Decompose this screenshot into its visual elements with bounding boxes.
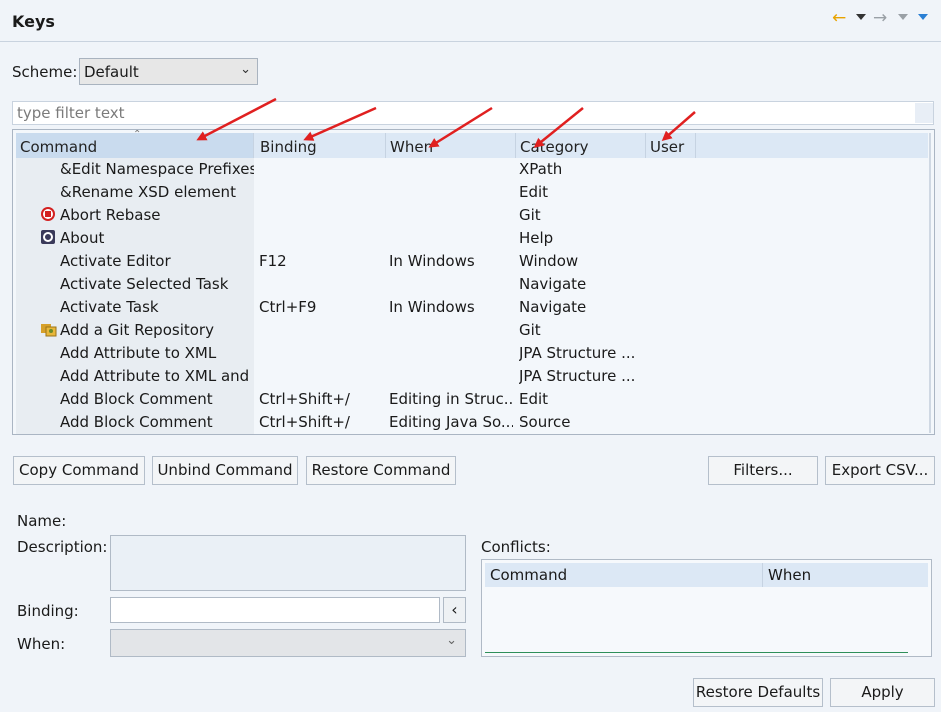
cell-command: Add a Git Repository (60, 321, 214, 339)
table-row[interactable]: Abort Rebase Git (16, 204, 928, 227)
cell-category: Help (519, 229, 554, 247)
cell-category: Git (519, 321, 541, 339)
restore-command-button[interactable]: Restore Command (306, 456, 456, 485)
table-row[interactable]: Add a Git Repository Git (16, 319, 928, 342)
conflicts-divider (485, 652, 908, 653)
conflicts-table[interactable]: Command When (481, 559, 932, 657)
table-row[interactable]: Add Block Comment Ctrl+Shift+/ Editing J… (16, 411, 928, 434)
cell-when: Editing Java So... (389, 413, 513, 431)
conflicts-header: Command When (485, 563, 928, 587)
annotation-arrow (428, 106, 493, 148)
cell-command: Abort Rebase (60, 206, 161, 224)
cell-binding: Ctrl+Shift+/ (259, 390, 350, 408)
unbind-command-button[interactable]: Unbind Command (152, 456, 298, 485)
cell-category: Source (519, 413, 571, 431)
cell-category: Git (519, 206, 541, 224)
description-label: Description: (17, 538, 108, 556)
cell-category: JPA Structure ... (519, 344, 636, 362)
annotation-arrows (196, 97, 696, 148)
table-row[interactable]: Activate Selected Task Navigate (16, 273, 928, 296)
annotation-arrow (661, 111, 696, 141)
binding-input[interactable] (110, 597, 440, 623)
cell-binding: F12 (259, 252, 287, 270)
binding-label: Binding: (17, 602, 79, 620)
cell-command: Activate Task (60, 298, 159, 316)
cell-command: Add Attribute to XML and (60, 367, 250, 385)
cell-category: Window (519, 252, 579, 270)
cell-command: Activate Selected Task (60, 275, 229, 293)
apply-button[interactable]: Apply (830, 678, 935, 707)
git-repo-icon (41, 324, 57, 337)
conflicts-label: Conflicts: (481, 538, 551, 556)
annotation-arrow (196, 97, 277, 141)
copy-command-button[interactable]: Copy Command (13, 456, 145, 485)
cell-command: Activate Editor (60, 252, 171, 270)
filters-button[interactable]: Filters... (708, 456, 818, 485)
conflicts-column-when[interactable]: When (763, 563, 923, 587)
cell-category: Navigate (519, 275, 587, 293)
cell-binding: Ctrl+Shift+/ (259, 413, 350, 431)
name-label: Name: (17, 512, 67, 530)
chevron-down-icon: ⌄ (446, 633, 457, 648)
cell-command: Add Block Comment (60, 390, 213, 408)
when-label: When: (17, 635, 66, 653)
table-row[interactable]: Activate Editor F12 In Windows Window (16, 250, 928, 273)
table-row[interactable]: Add Attribute to XML JPA Structure ... (16, 342, 928, 365)
binding-menu-button[interactable]: ‹ (443, 597, 466, 623)
description-field (110, 535, 466, 591)
cell-command: Add Attribute to XML (60, 344, 217, 362)
table-row[interactable]: About Help (16, 227, 928, 250)
annotation-arrow (303, 106, 377, 141)
annotation-arrow (533, 107, 584, 148)
table-row[interactable]: Add Block Comment Ctrl+Shift+/ Editing i… (16, 388, 928, 411)
cell-when: In Windows (389, 298, 475, 316)
table-row[interactable]: Add Attribute to XML and JPA Structure .… (16, 365, 928, 388)
restore-defaults-button[interactable]: Restore Defaults (693, 678, 823, 707)
cell-category: JPA Structure ... (519, 367, 636, 385)
about-icon (41, 230, 55, 244)
cell-command: Add Block Comment (60, 413, 213, 431)
cell-category: Navigate (519, 298, 587, 316)
cell-command: About (60, 229, 105, 247)
when-select[interactable]: ⌄ (110, 629, 466, 657)
cell-category: Edit (519, 390, 549, 408)
cell-when: Editing in Struc... (389, 390, 513, 408)
stop-icon (41, 207, 55, 221)
cell-when: In Windows (389, 252, 475, 270)
export-csv-button[interactable]: Export CSV... (825, 456, 935, 485)
table-row[interactable]: Activate Task Ctrl+F9 In Windows Navigat… (16, 296, 928, 319)
conflicts-column-command[interactable]: Command (485, 563, 763, 587)
cell-binding: Ctrl+F9 (259, 298, 317, 316)
